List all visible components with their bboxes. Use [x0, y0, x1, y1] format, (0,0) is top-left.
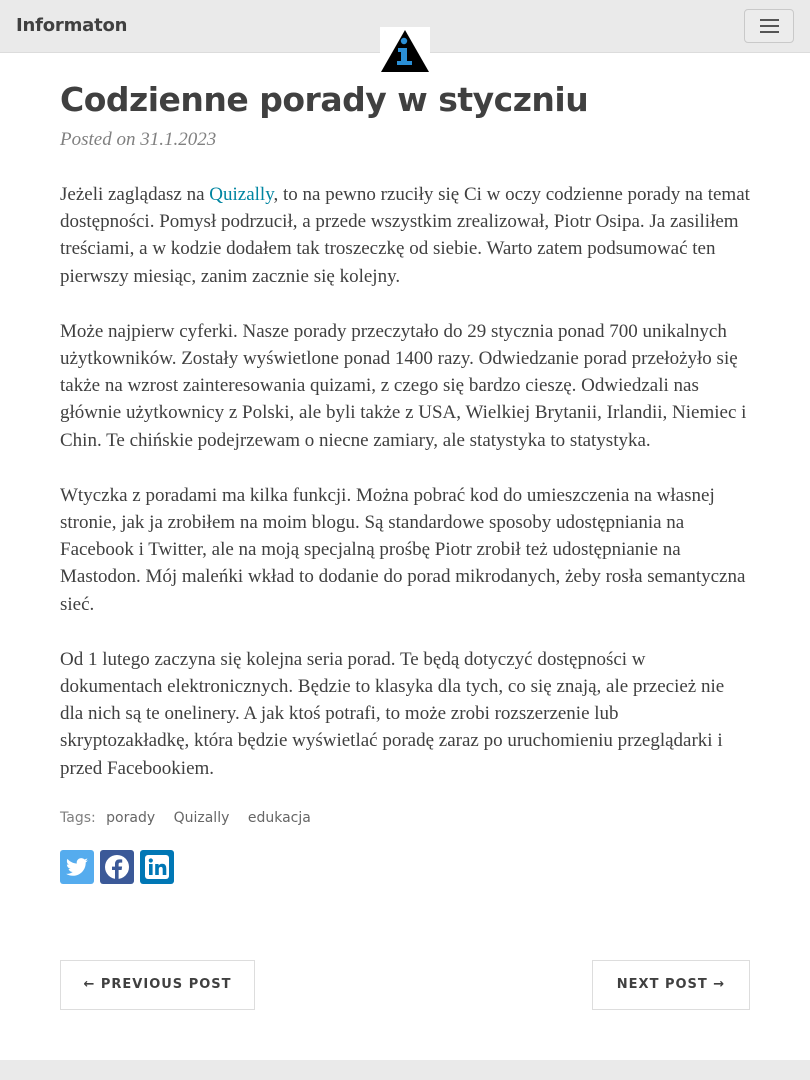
share-buttons — [60, 849, 750, 884]
quizally-link[interactable]: Quizally — [209, 184, 273, 205]
next-post-button[interactable]: NEXT POST → — [592, 960, 750, 1010]
tag-link[interactable]: edukacja — [248, 810, 311, 826]
linkedin-icon — [140, 849, 174, 884]
tags-label: Tags: — [60, 809, 96, 826]
previous-post-button[interactable]: ← PREVIOUS POST — [60, 960, 255, 1010]
post-container: Codzienne porady w styczniu Posted on 31… — [60, 78, 750, 884]
tag-link[interactable]: Quizally — [174, 810, 230, 826]
hamburger-menu-icon — [760, 19, 779, 21]
paragraph: Od 1 lutego zaczyna się kolejna seria po… — [60, 648, 725, 779]
tags: Tags: porady Quizally edukacja — [60, 810, 750, 826]
info-triangle-logo-icon[interactable] — [380, 27, 430, 73]
site-brand-link[interactable]: Informaton — [16, 15, 127, 36]
post-title: Codzienne porady w styczniu — [60, 80, 589, 119]
menu-toggle-button[interactable] — [744, 9, 794, 43]
linkedin-share-button[interactable] — [140, 849, 174, 884]
paragraph: Jeżeli zaglądasz na Quizally, to na pewn… — [60, 184, 750, 287]
post-meta: Posted on 31.1.2023 — [60, 129, 217, 150]
tag-link[interactable]: porady — [106, 810, 155, 826]
twitter-icon — [60, 849, 94, 884]
paragraph: Może najpierw cyferki. Nasze porady prze… — [60, 320, 747, 451]
twitter-share-button[interactable] — [60, 849, 94, 884]
footer — [0, 1060, 810, 1080]
post-pager: ← PREVIOUS POST NEXT POST → — [60, 960, 750, 1010]
paragraph: Wtyczka z poradami ma kilka funkcji. Moż… — [60, 484, 746, 615]
facebook-icon — [100, 849, 134, 884]
post-body: Jeżeli zaglądasz na Quizally, to na pewn… — [60, 181, 750, 782]
facebook-share-button[interactable] — [100, 849, 134, 884]
